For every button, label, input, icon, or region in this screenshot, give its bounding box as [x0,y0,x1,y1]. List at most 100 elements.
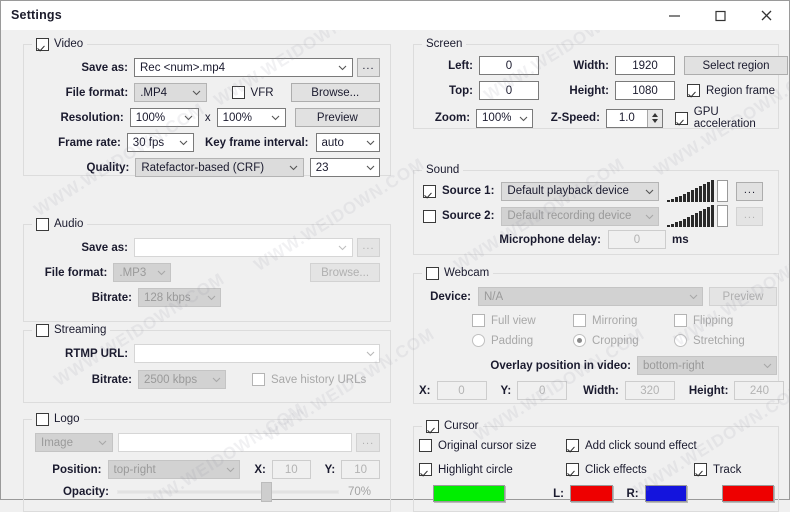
audio-file-format-combo[interactable]: .MP3 [113,263,172,282]
logo-x-input[interactable]: 10 [271,460,311,479]
right-click-color-swatch[interactable] [644,485,688,502]
video-crf-combo[interactable]: 23 [309,158,380,177]
video-resolution-height-combo[interactable]: 100% [216,108,286,127]
logo-position-combo[interactable]: top-right [107,460,241,479]
webcam-overlay-combo[interactable]: bottom-right [637,356,777,375]
video-preview-button[interactable]: Preview [294,108,380,127]
highlight-circle-checkbox[interactable] [419,463,432,476]
click-effects-checkbox[interactable] [566,463,579,476]
original-cursor-size-row[interactable]: Original cursor size [419,439,566,452]
add-click-sound-row[interactable]: Add click sound effect [566,439,697,452]
video-frame-rate-combo[interactable]: 30 fps [126,133,194,152]
source2-options-button[interactable]: ... [736,206,764,226]
close-button[interactable] [743,1,789,30]
source1-checkbox[interactable] [423,184,436,198]
highlight-circle-row[interactable]: Highlight circle [419,463,566,476]
track-row[interactable]: Track [694,463,741,476]
screen-zspeed-spinner[interactable]: 1.0 [605,108,663,128]
original-cursor-size-checkbox[interactable] [419,439,432,452]
track-checkbox[interactable] [694,463,707,476]
video-checkbox[interactable] [36,38,49,51]
streaming-legend[interactable]: Streaming [32,323,111,338]
vfr-checkbox[interactable] [231,86,245,99]
logo-checkbox[interactable] [36,413,49,426]
screen-width-input[interactable]: 1920 [615,56,675,75]
audio-browse-button[interactable]: Browse... [310,263,380,282]
logo-path-input[interactable] [117,433,353,452]
video-browse-button[interactable]: Browse... [290,83,380,102]
logo-y-input[interactable]: 10 [341,460,381,479]
video-key-frame-combo[interactable]: auto [315,133,380,152]
mirroring-checkbox[interactable] [573,314,586,327]
flipping-checkbox[interactable] [674,314,687,327]
screen-left-input[interactable]: 0 [479,56,539,75]
gpu-acceleration-checkbox[interactable] [674,111,688,125]
video-save-as-combo[interactable]: Rec <num>.mp4 [134,58,353,77]
webcam-padding-row[interactable]: Padding [472,334,573,347]
audio-checkbox[interactable] [36,218,49,231]
webcam-device-combo[interactable]: N/A [478,287,703,306]
streaming-rtmp-combo[interactable] [134,344,380,363]
source2-volume-meter[interactable] [667,205,729,227]
screen-height-input[interactable]: 1080 [615,81,675,100]
gpu-acceleration-row[interactable]: GPU acceleration [674,106,778,130]
webcam-mirroring-row[interactable]: Mirroring [573,314,674,327]
webcam-x-input[interactable]: 0 [436,381,487,400]
opacity-slider-knob[interactable] [261,482,272,502]
webcam-legend[interactable]: Webcam [422,266,494,281]
mic-delay-input[interactable]: 0 [608,230,666,249]
source2-checkbox[interactable] [423,209,436,223]
screen-zoom-combo[interactable]: 100% [476,108,534,128]
left-click-color-swatch[interactable] [569,485,613,502]
region-frame-checkbox[interactable] [687,84,700,97]
minimize-button[interactable] [651,1,697,30]
audio-save-as-combo[interactable] [134,238,353,257]
spinner-down-icon[interactable] [651,119,658,123]
video-file-format-combo[interactable]: .MP4 [134,83,207,102]
webcam-cropping-row[interactable]: Cropping [573,334,674,347]
webcam-full-view-row[interactable]: Full view [472,314,573,327]
video-resolution-width-combo[interactable]: 100% [129,108,199,127]
screen-top-input[interactable]: 0 [479,81,539,100]
spinner-up-icon[interactable] [651,113,658,117]
track-color-swatch[interactable] [722,485,774,502]
logo-type-combo[interactable]: Image [35,433,113,452]
webcam-preview-button[interactable]: Preview [709,287,777,306]
spinner-arrows[interactable] [646,109,662,127]
cursor-checkbox[interactable] [426,420,439,433]
region-frame-row[interactable]: Region frame [687,84,775,97]
video-vfr-row[interactable]: VFR [231,86,274,99]
select-region-button[interactable]: Select region [684,56,788,75]
logo-opacity-slider[interactable] [117,482,339,502]
streaming-save-history-row[interactable]: Save history URLs [252,373,366,386]
audio-save-as-browse-dots-button[interactable]: ... [356,238,380,257]
padding-radio[interactable] [472,334,485,347]
logo-browse-dots-button[interactable]: ... [356,433,381,452]
source1-options-button[interactable]: ... [736,181,764,201]
webcam-flipping-row[interactable]: Flipping [674,314,733,327]
webcam-checkbox[interactable] [426,267,439,280]
click-effects-row[interactable]: Click effects [566,463,694,476]
streaming-bitrate-combo[interactable]: 2500 kbps [138,370,226,389]
full-view-checkbox[interactable] [472,314,485,327]
cursor-legend[interactable]: Cursor [422,419,483,434]
source1-volume-meter[interactable] [667,180,729,202]
audio-legend[interactable]: Audio [32,217,88,232]
save-history-urls-checkbox[interactable] [252,373,265,386]
source2-device-combo[interactable]: Default recording device [501,206,660,226]
webcam-height-input[interactable]: 240 [734,381,785,400]
video-save-as-browse-dots-button[interactable]: ... [356,58,380,77]
stretching-radio[interactable] [674,334,687,347]
source1-device-combo[interactable]: Default playback device [501,181,660,201]
source1-volume-knob[interactable] [717,180,729,202]
webcam-width-input[interactable]: 320 [624,381,675,400]
logo-legend[interactable]: Logo [32,412,84,427]
streaming-checkbox[interactable] [36,324,49,337]
webcam-stretching-row[interactable]: Stretching [674,334,745,347]
cropping-radio[interactable] [573,334,586,347]
webcam-y-input[interactable]: 0 [517,381,568,400]
video-legend[interactable]: Video [32,37,88,52]
video-quality-combo[interactable]: Ratefactor-based (CRF) [135,158,304,177]
maximize-button[interactable] [697,1,743,30]
source2-volume-knob[interactable] [717,205,729,227]
